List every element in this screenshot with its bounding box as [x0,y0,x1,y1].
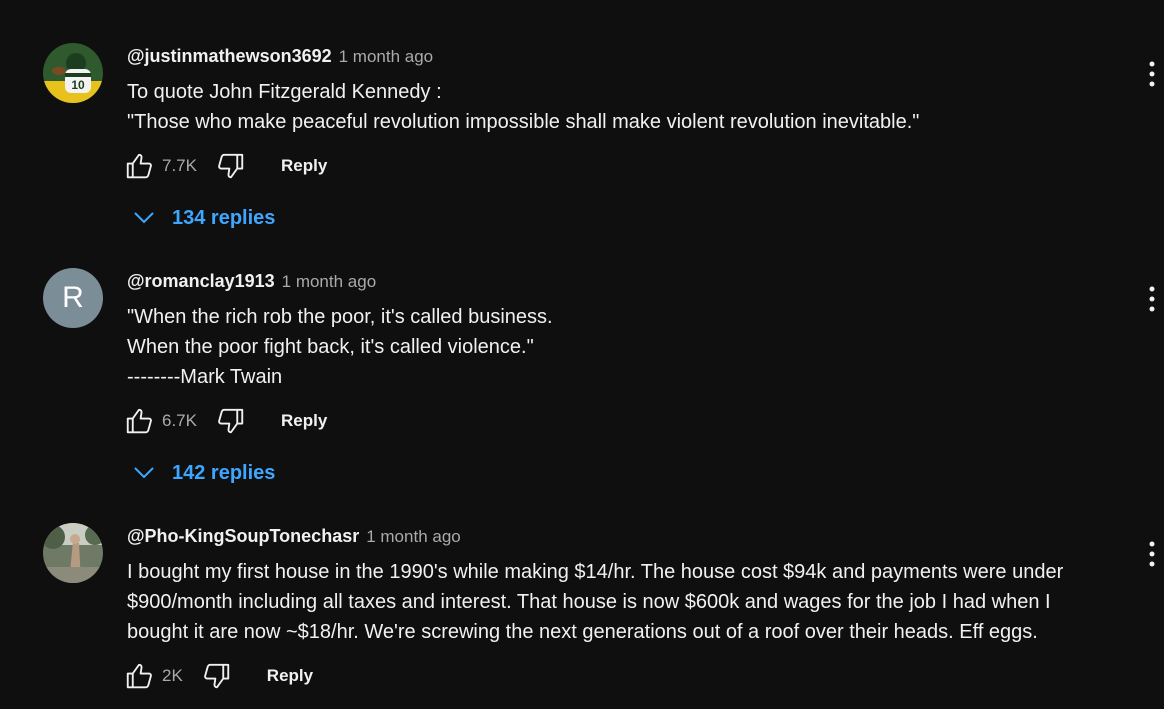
author-name[interactable]: @Pho-KingSoupTonechasr [127,526,359,547]
comment-line: --------Mark Twain [127,366,283,388]
comment-actions: 6.7K Reply [123,405,327,437]
comment-actions: 2K Reply [123,660,313,692]
reply-button[interactable]: Reply [267,666,313,686]
timestamp[interactable]: 1 month ago [282,272,377,292]
author-name[interactable]: @romanclay1913 [127,271,275,292]
more-actions-button[interactable] [1138,56,1164,92]
avatar-letter: R [62,281,84,314]
replies-count-label: 142 replies [172,461,276,484]
chevron-down-icon [130,459,158,487]
like-count: 7.7K [162,156,197,175]
thumbs-down-icon [218,153,244,179]
comment-header: @Pho-KingSoupTonechasr 1 month ago [127,526,461,547]
comment-line: "When the rich rob the poor, it's called… [127,306,553,328]
view-replies-button[interactable]: 142 replies [130,458,275,488]
dislike-button[interactable] [215,150,247,182]
thumbs-down-icon [203,663,229,689]
author-name[interactable]: @justinmathewson3692 [127,46,332,67]
more-actions-button[interactable] [1138,281,1164,317]
comment-text: "When the rich rob the poor, it's called… [127,302,1117,392]
comment-text: To quote John Fitzgerald Kennedy : "Thos… [127,77,1117,137]
avatar[interactable]: R [43,268,103,328]
thumbs-up-icon [126,408,152,434]
thumbs-down-icon [218,408,244,434]
replies-count-label: 134 replies [172,206,276,229]
comment-line: I bought my first house in the 1990's wh… [127,561,1064,583]
comment-header: @justinmathewson3692 1 month ago [127,46,433,67]
more-vert-icon [1149,286,1155,312]
more-vert-icon [1149,541,1155,567]
comment-line: bought it are now ~$18/hr. We're screwin… [127,621,1038,643]
comment-header: @romanclay1913 1 month ago [127,271,376,292]
like-button[interactable] [123,150,155,182]
comment-line: "Those who make peaceful revolution impo… [127,111,920,133]
thumbs-up-icon [126,153,152,179]
comment-line: When the poor fight back, it's called vi… [127,336,534,358]
timestamp[interactable]: 1 month ago [339,47,434,67]
timestamp[interactable]: 1 month ago [366,527,461,547]
comment-actions: 7.7K Reply [123,150,327,182]
reply-button[interactable]: Reply [281,411,327,431]
chevron-down-icon [130,204,158,232]
svg-text:10: 10 [71,78,85,92]
reply-button[interactable]: Reply [281,156,327,176]
like-button[interactable] [123,660,155,692]
comment-line: $900/month including all taxes and inter… [127,591,1051,613]
avatar-outdoor-photo-image [43,523,103,583]
avatar[interactable] [43,523,103,583]
view-replies-button[interactable]: 134 replies [130,203,275,233]
avatar-football-player-image: 10 [43,43,103,103]
dislike-button[interactable] [215,405,247,437]
like-count: 6.7K [162,411,197,430]
comment-line: To quote John Fitzgerald Kennedy : [127,81,442,103]
more-vert-icon [1149,61,1155,87]
avatar[interactable]: 10 [43,43,103,103]
like-count: 2K [162,666,183,685]
thumbs-up-icon [126,663,152,689]
more-actions-button[interactable] [1138,536,1164,572]
like-button[interactable] [123,405,155,437]
dislike-button[interactable] [201,660,233,692]
comment-text: I bought my first house in the 1990's wh… [127,557,1117,647]
